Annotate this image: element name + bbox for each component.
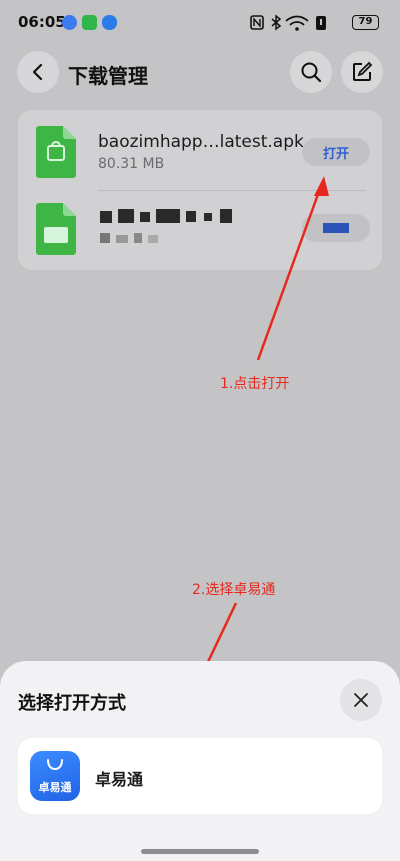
zhuoyitong-app-icon: 卓易通 xyxy=(30,751,80,801)
close-button[interactable] xyxy=(340,679,382,721)
annotation-arrow-1 xyxy=(256,176,329,361)
home-indicator[interactable] xyxy=(141,849,259,854)
annotation-step2: 2.选择卓易通 xyxy=(192,582,276,598)
app-icon-bag-glyph xyxy=(47,759,63,771)
app-name: 卓易通 xyxy=(95,770,144,789)
annotation-step1: 1.点击打开 xyxy=(220,376,290,392)
sheet-title: 选择打开方式 xyxy=(18,693,126,714)
app-icon-label: 卓易通 xyxy=(38,781,72,794)
close-icon xyxy=(354,693,368,707)
